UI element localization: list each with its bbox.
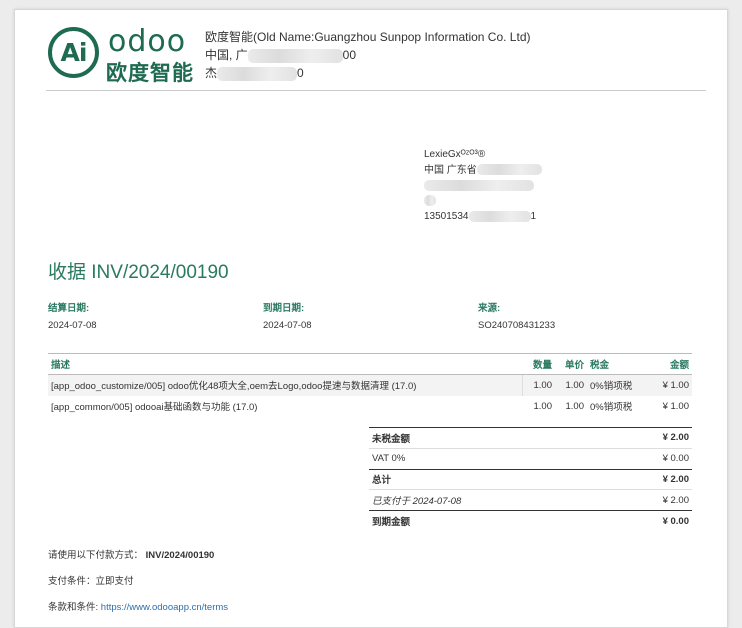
source-field: 来源: SO240708431233	[478, 303, 556, 331]
invoice-title: 收据 INV/2024/00190	[48, 262, 229, 283]
tax-row: VAT 0% ¥ 0.00	[369, 447, 692, 470]
total-row: 总计 ¥ 2.00	[369, 468, 692, 490]
customer-street-line	[424, 178, 542, 194]
logo-wordmark: odoo	[108, 24, 187, 59]
header-divider	[46, 90, 706, 91]
col-header-amount: 金额	[642, 353, 692, 375]
logo-cn-text: 欧度智能	[106, 62, 194, 85]
invoice-lines-table: 描述 数量 单价 税金 金额 [app_odoo_customize/005] …	[48, 353, 692, 417]
company-address-line: 中国, 广 00	[205, 48, 357, 63]
col-header-tax: 税金	[587, 353, 642, 375]
due-date-field: 到期日期: 2024-07-08	[263, 303, 312, 331]
redacted-blur	[424, 179, 534, 191]
customer-name: LexieGxᴼᶻᴼ³®	[424, 149, 486, 160]
company-name: 欧度智能(Old Name:Guangzhou Sunpop Informati…	[205, 30, 531, 44]
company-address: 欧度智能(Old Name:Guangzhou Sunpop Informati…	[205, 28, 531, 82]
customer-city-line	[424, 194, 542, 210]
logo-ai-mark: Ai	[48, 27, 99, 78]
company-contact-line: 杰0	[205, 66, 304, 81]
amount-due-row: 到期金额 ¥ 0.00	[369, 510, 692, 532]
table-row: [app_common/005] odooai基础函数与功能 (17.0) 1.…	[51, 400, 689, 414]
payment-reference-note: 请使用以下付款方式： INV/2024/00190	[48, 550, 215, 561]
terms-conditions-note: 条款和条件: https://www.odooapp.cn/terms	[48, 602, 229, 613]
redacted-blur	[247, 48, 343, 63]
col-header-desc: 描述	[48, 353, 522, 375]
subtotal-row: 未税金额 ¥ 2.00	[369, 427, 692, 449]
invoice-date-field: 结算日期: 2024-07-08	[48, 303, 97, 331]
company-logo: Ai odoo 欧度智能	[48, 24, 198, 85]
redacted-blur	[468, 210, 531, 222]
totals-table: 未税金额 ¥ 2.00 VAT 0% ¥ 0.00 总计 ¥ 2.00 已支付于…	[369, 427, 692, 532]
redacted-blur	[424, 195, 436, 207]
col-header-price: 单价	[555, 353, 587, 375]
terms-link[interactable]: https://www.odooapp.cn/terms	[101, 602, 228, 613]
table-header-row: 描述 数量 单价 税金 金额	[48, 353, 692, 375]
paid-row: 已支付于 2024-07-08 ¥ 2.00	[369, 489, 692, 511]
customer-region-line: 中国 广东省	[424, 163, 542, 179]
table-row: [app_odoo_customize/005] odoo优化48项大全,oem…	[48, 374, 692, 396]
customer-phone-line: 13501534 1	[424, 210, 537, 222]
customer-address: LexieGxᴼᶻᴼ³® 中国 广东省 13501534 1	[424, 147, 542, 225]
invoice-page: Ai odoo 欧度智能 欧度智能(Old Name:Guangzhou Sun…	[14, 9, 728, 628]
redacted-blur	[217, 66, 298, 81]
redacted-blur	[476, 164, 542, 176]
col-header-qty: 数量	[522, 353, 555, 375]
payment-terms-note: 支付条件：立即支付	[48, 576, 134, 587]
